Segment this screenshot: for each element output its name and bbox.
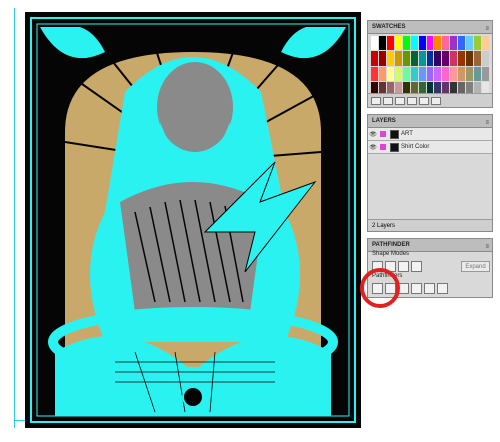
color-swatch[interactable] (458, 66, 466, 81)
color-swatch[interactable] (394, 36, 402, 51)
visibility-eye-icon[interactable]: 👁 (368, 144, 378, 151)
panel-menu-icon[interactable]: ≡ (485, 241, 489, 253)
new-swatch-icon[interactable] (419, 96, 429, 105)
highlight-circle (360, 268, 400, 308)
color-swatch[interactable] (418, 66, 426, 81)
color-swatch[interactable] (418, 51, 426, 66)
color-swatch[interactable] (426, 66, 434, 81)
visibility-eye-icon[interactable]: 👁 (368, 131, 378, 138)
color-swatch[interactable] (434, 51, 442, 66)
color-swatch[interactable] (442, 36, 450, 51)
swatches-panel-title[interactable]: SWATCHES ≡ (368, 21, 492, 34)
color-swatch[interactable] (450, 66, 458, 81)
color-swatch[interactable] (474, 66, 482, 81)
layers-title-text: LAYERS (372, 118, 396, 124)
color-swatch[interactable] (458, 36, 466, 51)
color-swatch[interactable] (371, 66, 378, 81)
layer-thumbnail (390, 129, 399, 139)
color-swatch[interactable] (386, 51, 394, 66)
show-kinds-icon[interactable] (383, 96, 393, 105)
delete-swatch-icon[interactable] (431, 96, 441, 105)
swatch-options-icon[interactable] (395, 96, 405, 105)
swatch-library-icon[interactable] (371, 96, 381, 105)
new-color-group-icon[interactable] (407, 96, 417, 105)
color-swatch[interactable] (402, 36, 410, 51)
layer-count: 2 Layers (372, 223, 396, 229)
color-swatch[interactable] (394, 66, 402, 81)
swatch-grid (371, 36, 489, 96)
swatches-title-text: SWATCHES (372, 24, 406, 30)
color-swatch[interactable] (386, 36, 394, 51)
color-swatch[interactable] (458, 51, 466, 66)
color-swatch[interactable] (410, 51, 418, 66)
color-swatch[interactable] (434, 36, 442, 51)
artboard-guide-vertical (14, 8, 15, 428)
color-swatch[interactable] (450, 51, 458, 66)
panel-menu-icon[interactable]: ≡ (485, 23, 489, 35)
zeus-artwork[interactable] (25, 12, 361, 428)
intersect-icon[interactable] (398, 261, 409, 272)
color-swatch[interactable] (442, 51, 450, 66)
color-swatch[interactable] (442, 66, 450, 81)
layer-name[interactable]: ART (401, 131, 413, 137)
artboard-canvas[interactable] (0, 0, 365, 442)
color-swatch[interactable] (474, 36, 482, 51)
expand-button[interactable]: Expand (461, 261, 490, 272)
color-swatch[interactable] (371, 51, 378, 66)
color-swatch[interactable] (418, 36, 426, 51)
outline-icon[interactable] (424, 283, 435, 294)
color-swatch[interactable] (474, 51, 482, 66)
color-swatch[interactable] (378, 36, 386, 51)
color-swatch[interactable] (410, 66, 418, 81)
pathfinder-title-text: PATHFINDER (372, 242, 410, 248)
layer-name[interactable]: Shirt Color (401, 144, 429, 150)
layers-panel: LAYERS ≡ 👁 ART 👁 Shirt Color 2 Layers (367, 114, 493, 232)
layer-thumbnail (390, 142, 399, 152)
color-swatch[interactable] (394, 51, 402, 66)
color-swatch[interactable] (466, 36, 474, 51)
color-swatch[interactable] (378, 66, 386, 81)
color-swatch[interactable] (482, 36, 489, 51)
panel-menu-icon[interactable]: ≡ (485, 117, 489, 129)
swatches-toolbar (368, 93, 492, 107)
layer-color-chip (380, 131, 386, 137)
color-swatch[interactable] (410, 36, 418, 51)
color-swatch[interactable] (450, 36, 458, 51)
layers-panel-title[interactable]: LAYERS ≡ (368, 115, 492, 128)
color-swatch[interactable] (426, 36, 434, 51)
color-swatch[interactable] (402, 51, 410, 66)
color-swatch[interactable] (466, 51, 474, 66)
shape-modes-label: Shape Modes (372, 251, 410, 257)
swatches-panel: SWATCHES ≡ (367, 20, 493, 108)
color-swatch[interactable] (402, 66, 410, 81)
minus-back-icon[interactable] (437, 283, 448, 294)
layer-row[interactable]: 👁 ART (368, 128, 492, 141)
layer-row[interactable]: 👁 Shirt Color (368, 141, 492, 154)
exclude-icon[interactable] (411, 261, 422, 272)
color-swatch[interactable] (378, 51, 386, 66)
layer-color-chip (380, 144, 386, 150)
color-swatch[interactable] (466, 66, 474, 81)
color-swatch[interactable] (426, 51, 434, 66)
layers-footer: 2 Layers (368, 219, 492, 231)
color-swatch[interactable] (386, 66, 394, 81)
color-swatch[interactable] (434, 66, 442, 81)
color-swatch[interactable] (482, 66, 489, 81)
crop-icon[interactable] (411, 283, 422, 294)
color-swatch[interactable] (482, 51, 489, 66)
color-swatch[interactable] (371, 36, 378, 51)
